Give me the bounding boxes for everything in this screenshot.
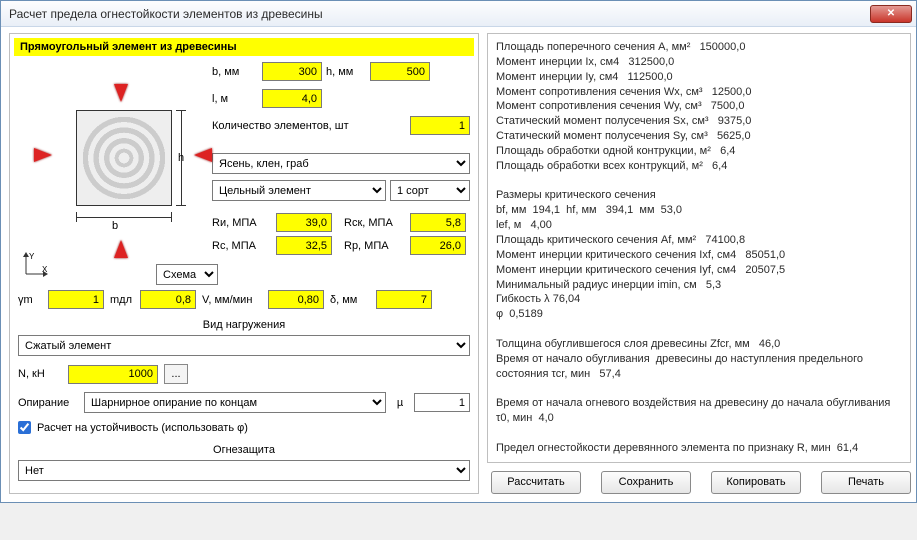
fireprot-select[interactable]: Нет bbox=[18, 460, 470, 481]
ru-label: Rи, МПА bbox=[212, 217, 268, 229]
section-box bbox=[76, 110, 172, 206]
close-button[interactable]: ✕ bbox=[870, 5, 912, 23]
strength-grid: Rи, МПА Rск, МПА Rс, МПА Rр, МПА bbox=[212, 213, 470, 255]
rp-label: Rр, МПА bbox=[344, 240, 402, 252]
svg-text:X: X bbox=[42, 265, 48, 274]
v-input[interactable] bbox=[268, 290, 324, 309]
l-input[interactable] bbox=[262, 89, 322, 108]
b-label: b, мм bbox=[212, 66, 258, 78]
arrow-right-icon bbox=[34, 148, 52, 162]
species-select[interactable]: Ясень, клен, граб bbox=[212, 153, 470, 174]
delta-label: δ, мм bbox=[330, 294, 370, 306]
arrow-left-icon bbox=[194, 148, 212, 162]
rp-input[interactable] bbox=[410, 236, 466, 255]
input-column: b, мм h, мм l, м Количество элементов, ш… bbox=[212, 62, 470, 282]
loading-type-select[interactable]: Сжатый элемент bbox=[18, 335, 470, 356]
rsk-label: Rск, МПА bbox=[344, 217, 402, 229]
n-label: N, кН bbox=[18, 368, 62, 380]
titlebar: Расчет предела огнестойкости элементов и… bbox=[1, 1, 916, 27]
dim-line-b bbox=[76, 212, 172, 222]
v-label: V, мм/мин bbox=[202, 294, 262, 306]
mdl-label: mдл bbox=[110, 294, 134, 306]
support-select[interactable]: Шарнирное опирание по концам bbox=[84, 392, 386, 413]
h-label: h, мм bbox=[326, 66, 366, 78]
rc-label: Rс, МПА bbox=[212, 240, 268, 252]
cross-section-diagram: b h X Y Схема 3 bbox=[18, 62, 204, 282]
loading-title: Вид нагружения bbox=[18, 319, 470, 331]
arrow-up-icon bbox=[114, 240, 128, 258]
copy-button[interactable]: Копировать bbox=[711, 471, 801, 494]
ru-input[interactable] bbox=[276, 213, 332, 232]
xy-axes-icon: X Y bbox=[22, 252, 48, 278]
content: Прямоугольный элемент из древесины b h bbox=[1, 27, 916, 502]
n-input[interactable] bbox=[68, 365, 158, 384]
section-header: Прямоугольный элемент из древесины bbox=[14, 38, 474, 56]
fireprot-title: Огнезащита bbox=[18, 444, 470, 456]
left-pane: Прямоугольный элемент из древесины b h bbox=[9, 33, 479, 494]
support-label: Опирание bbox=[18, 397, 78, 409]
l-label: l, м bbox=[212, 93, 258, 105]
rc-input[interactable] bbox=[276, 236, 332, 255]
arrow-down-icon bbox=[114, 84, 128, 102]
h-input[interactable] bbox=[370, 62, 430, 81]
dim-label-h: h bbox=[178, 152, 184, 164]
element-type-select[interactable]: Цельный элемент bbox=[212, 180, 386, 201]
delta-input[interactable] bbox=[376, 290, 432, 309]
count-input[interactable] bbox=[410, 116, 470, 135]
b-input[interactable] bbox=[262, 62, 322, 81]
right-pane: Площадь поперечного сечения A, мм² 15000… bbox=[487, 33, 911, 494]
calculate-button[interactable]: Рассчитать bbox=[491, 471, 581, 494]
ym-input[interactable] bbox=[48, 290, 104, 309]
count-label: Количество элементов, шт bbox=[212, 120, 372, 132]
ym-label: γm bbox=[18, 294, 42, 306]
results-textarea[interactable]: Площадь поперечного сечения A, мм² 15000… bbox=[487, 33, 911, 463]
window-title: Расчет предела огнестойкости элементов и… bbox=[9, 7, 870, 21]
dots-icon: ... bbox=[171, 368, 180, 380]
svg-text:Y: Y bbox=[29, 252, 35, 261]
print-button[interactable]: Печать bbox=[821, 471, 911, 494]
scheme-select[interactable]: Схема 3 bbox=[156, 264, 218, 285]
mu-label: µ bbox=[392, 397, 408, 409]
mu-input[interactable] bbox=[414, 393, 470, 412]
grade-select[interactable]: 1 сорт bbox=[390, 180, 470, 201]
rsk-input[interactable] bbox=[410, 213, 466, 232]
n-more-button[interactable]: ... bbox=[164, 364, 188, 384]
stability-checkbox[interactable] bbox=[18, 421, 31, 434]
stability-label: Расчет на устойчивость (использовать φ) bbox=[37, 422, 248, 434]
dim-label-b: b bbox=[112, 220, 118, 232]
close-icon: ✕ bbox=[887, 8, 895, 19]
save-button[interactable]: Сохранить bbox=[601, 471, 691, 494]
app-window: Расчет предела огнестойкости элементов и… bbox=[0, 0, 917, 503]
button-row: Рассчитать Сохранить Копировать Печать bbox=[487, 463, 911, 494]
mdl-input[interactable] bbox=[140, 290, 196, 309]
